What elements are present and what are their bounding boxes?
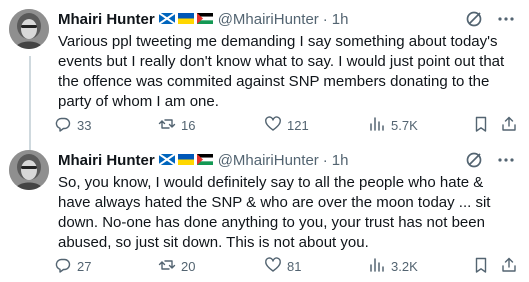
- heart-icon: [264, 115, 282, 136]
- tweet-actions: 27 20 81 3.2K: [54, 256, 516, 276]
- share-button[interactable]: [500, 256, 516, 277]
- repost-count: 20: [181, 258, 196, 274]
- like-count: 121: [287, 117, 309, 133]
- repost-button[interactable]: 20: [158, 256, 264, 277]
- repost-icon: [158, 256, 176, 277]
- tweet-header: Mhairi Hunter @MhairiHunter · 1h: [58, 9, 515, 29]
- reply-icon: [54, 115, 72, 136]
- tweet-header: Mhairi Hunter @MhairiHunter · 1h: [58, 150, 515, 170]
- separator-dot: ·: [322, 10, 328, 28]
- share-button[interactable]: [500, 115, 516, 136]
- scotland-flag-icon: [158, 152, 176, 169]
- author-handle[interactable]: @MhairiHunter: [218, 11, 319, 28]
- separator-dot: ·: [322, 151, 328, 169]
- views-chart-icon: [368, 115, 386, 136]
- views-button[interactable]: 5.7K: [368, 115, 472, 136]
- reply-count: 33: [77, 117, 92, 133]
- reply-count: 27: [77, 258, 92, 274]
- reply-button[interactable]: 27: [54, 256, 158, 277]
- repost-count: 16: [181, 117, 196, 133]
- like-button[interactable]: 121: [264, 115, 368, 136]
- tweet-feed: Mhairi Hunter @MhairiHunter · 1h Various…: [0, 0, 529, 282]
- like-count: 81: [287, 258, 302, 274]
- more-options-icon[interactable]: [497, 10, 515, 28]
- tweet[interactable]: Mhairi Hunter @MhairiHunter · 1h: [0, 141, 529, 282]
- timestamp[interactable]: 1h: [332, 152, 349, 169]
- more-options-icon[interactable]: [497, 151, 515, 169]
- scotland-flag-icon: [158, 11, 176, 28]
- bookmark-button[interactable]: [472, 115, 500, 136]
- bookmark-icon: [472, 115, 490, 136]
- author-name[interactable]: Mhairi Hunter: [58, 152, 155, 169]
- ukraine-flag-icon: [177, 152, 194, 169]
- grok-icon[interactable]: [465, 10, 483, 28]
- repost-button[interactable]: 16: [158, 115, 264, 136]
- author-handle[interactable]: @MhairiHunter: [218, 152, 319, 169]
- palestine-flag-icon: [196, 152, 213, 169]
- avatar[interactable]: [9, 9, 49, 49]
- bookmark-icon: [472, 256, 490, 277]
- tweet[interactable]: Mhairi Hunter @MhairiHunter · 1h: [0, 0, 529, 156]
- tweet-text: Various ppl tweeting me demanding I say …: [58, 33, 505, 110]
- repost-icon: [158, 115, 176, 136]
- views-count: 5.7K: [391, 117, 418, 133]
- tweet-actions: 33 16 121 5.7K: [54, 115, 516, 135]
- avatar[interactable]: [9, 150, 49, 190]
- ukraine-flag-icon: [177, 11, 194, 28]
- reply-button[interactable]: 33: [54, 115, 158, 136]
- palestine-flag-icon: [196, 11, 213, 28]
- author-flags: [158, 152, 216, 169]
- author-name[interactable]: Mhairi Hunter: [58, 11, 155, 28]
- like-button[interactable]: 81: [264, 256, 368, 277]
- timestamp[interactable]: 1h: [332, 11, 349, 28]
- views-chart-icon: [368, 256, 386, 277]
- author-flags: [158, 11, 216, 28]
- heart-icon: [264, 256, 282, 277]
- views-count: 3.2K: [391, 258, 418, 274]
- tweet-text: So, you know, I would definitely say to …: [58, 174, 491, 251]
- reply-icon: [54, 256, 72, 277]
- grok-icon[interactable]: [465, 151, 483, 169]
- bookmark-button[interactable]: [472, 256, 500, 277]
- views-button[interactable]: 3.2K: [368, 256, 472, 277]
- share-icon: [500, 256, 518, 277]
- share-icon: [500, 115, 518, 136]
